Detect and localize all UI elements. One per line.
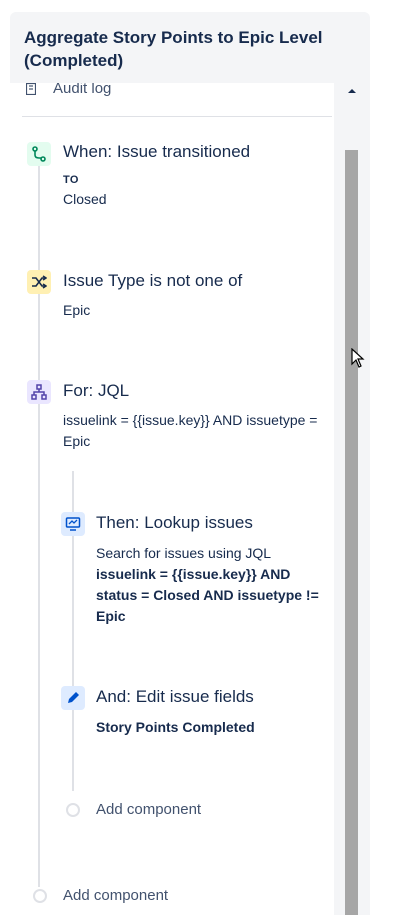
monitor-icon xyxy=(61,512,85,536)
rule-chain: Audit log When: Issue transitioned TO Cl… xyxy=(10,83,334,915)
shuffle-icon xyxy=(27,270,51,294)
audit-log-icon xyxy=(26,83,36,95)
divider xyxy=(22,116,332,117)
pencil-icon xyxy=(61,686,85,710)
condition-title: Issue Type is not one of xyxy=(63,271,243,290)
edit-title: And: Edit issue fields xyxy=(96,687,254,706)
add-component-label: Add component xyxy=(96,801,202,818)
audit-log-label: Audit log xyxy=(53,83,112,97)
audit-log-link[interactable]: Audit log xyxy=(10,83,334,113)
hierarchy-icon xyxy=(27,380,51,404)
condition-value: Epic xyxy=(63,302,91,318)
scroll-up-button[interactable] xyxy=(344,83,359,99)
add-component-label: Add component xyxy=(63,887,169,904)
branch-jql: issuelink = {{issue.key}} AND issuetype … xyxy=(63,412,318,449)
branch-title: For: JQL xyxy=(63,381,130,400)
add-dot-icon xyxy=(66,803,80,817)
mouse-cursor-icon xyxy=(351,348,365,368)
trigger-to-label: TO xyxy=(63,174,79,186)
lookup-desc: Search for issues using JQL xyxy=(96,545,272,561)
scrollbar-thumb[interactable] xyxy=(345,150,358,915)
caret-up-icon xyxy=(347,89,356,93)
branch-transition-icon xyxy=(27,142,51,166)
rule-title: Aggregate Story Points to Epic Level (Co… xyxy=(24,28,323,70)
trigger-to-value: Closed xyxy=(63,191,107,207)
add-dot-icon xyxy=(33,889,47,903)
lookup-title: Then: Lookup issues xyxy=(96,513,253,532)
edit-field: Story Points Completed xyxy=(96,719,255,735)
trigger-title: When: Issue transitioned xyxy=(63,142,251,161)
chain-line xyxy=(38,157,40,887)
lookup-jql: issuelink = {{issue.key}} AND status = C… xyxy=(96,566,319,624)
